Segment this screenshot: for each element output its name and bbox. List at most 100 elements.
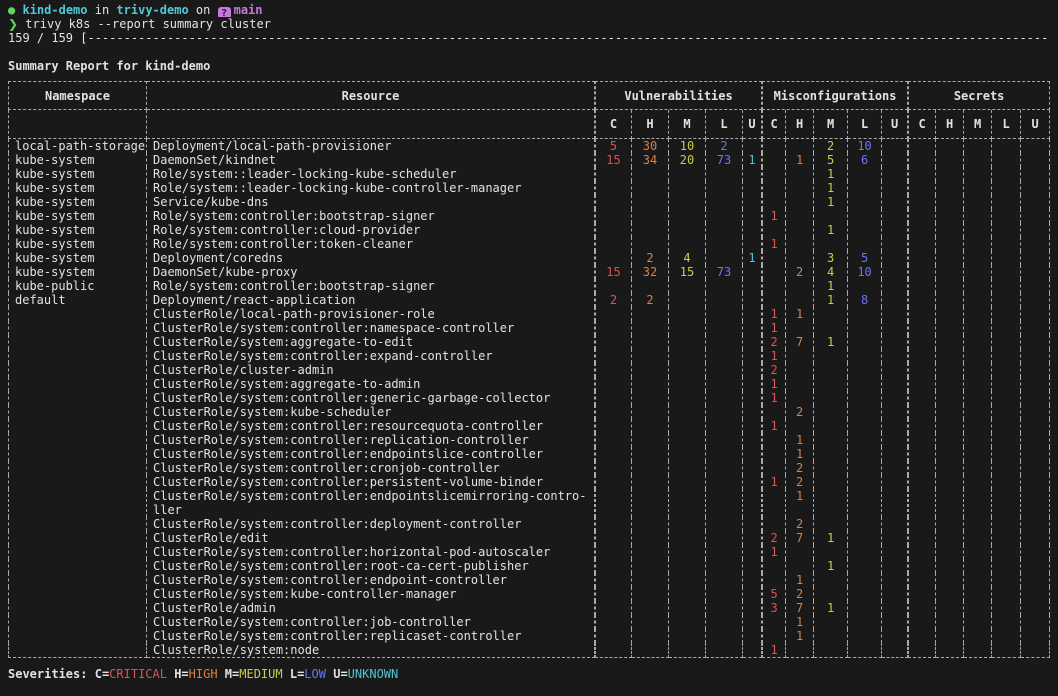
severity-count-cell xyxy=(992,223,1021,237)
severity-count-cell xyxy=(848,587,882,601)
severity-count-cell xyxy=(632,209,669,223)
severity-count-cell xyxy=(814,307,848,321)
severity-count-cell xyxy=(743,559,762,573)
namespace-cell xyxy=(8,321,147,335)
severity-count-cell xyxy=(908,321,936,335)
severities-legend: Severities: C=CRITICAL H=HIGH M=MEDIUM L… xyxy=(8,667,1050,681)
severity-count-cell xyxy=(743,405,762,419)
severity-count-cell xyxy=(908,587,936,601)
prompt-char-icon: ❯ xyxy=(8,17,18,31)
severity-count-cell: 2 xyxy=(762,363,786,377)
severity-count-cell xyxy=(595,517,632,531)
severity-count-cell xyxy=(936,237,964,251)
severity-count-cell: 2 xyxy=(786,517,814,531)
namespace-cell xyxy=(8,517,147,531)
severity-count-cell: 1 xyxy=(814,181,848,195)
resource-cell: Role/system:controller:cloud-provider xyxy=(147,223,595,237)
severity-count-cell: 10 xyxy=(848,265,882,279)
severity-count-cell: 2 xyxy=(706,139,743,153)
severity-count-cell xyxy=(908,461,936,475)
severity-count-cell xyxy=(964,363,992,377)
resource-cell: ClusterRole/system:kube-scheduler xyxy=(147,405,595,419)
resource-cell: Role/system:controller:bootstrap-signer xyxy=(147,279,595,293)
severity-count-cell xyxy=(595,601,632,615)
directory-name: trivy-demo xyxy=(116,3,188,17)
severity-count-cell xyxy=(669,489,706,517)
severity-count-cell xyxy=(706,531,743,545)
severity-count-cell xyxy=(706,251,743,265)
severity-count-cell xyxy=(936,293,964,307)
namespace-cell: kube-system xyxy=(8,167,147,181)
namespace-cell xyxy=(8,531,147,545)
severity-count-cell xyxy=(882,237,908,251)
severity-count-cell xyxy=(632,167,669,181)
severity-count-cell xyxy=(762,279,786,293)
severity-count-cell xyxy=(743,293,762,307)
severity-count-cell xyxy=(743,489,762,517)
table-row: ClusterRole/system:controller:horizontal… xyxy=(8,545,1050,559)
severity-count-cell xyxy=(936,335,964,349)
terminal[interactable]: ● kind-demo in trivy-demo on ?main ❯ tri… xyxy=(8,3,1050,681)
resource-cell: ClusterRole/system:controller:resourcequ… xyxy=(147,419,595,433)
severity-count-cell xyxy=(908,615,936,629)
severity-count-cell: 1 xyxy=(786,489,814,517)
severity-column-header: H xyxy=(632,110,669,139)
severity-count-cell xyxy=(706,545,743,559)
severity-count-cell xyxy=(992,377,1021,391)
table-row: ClusterRole/system:kube-scheduler2 xyxy=(8,405,1050,419)
severity-count-cell xyxy=(786,559,814,573)
severity-count-cell xyxy=(882,573,908,587)
severity-column-header: M xyxy=(669,110,706,139)
severity-count-cell xyxy=(882,545,908,559)
severity-count-cell xyxy=(743,195,762,209)
severity-count-cell xyxy=(882,587,908,601)
severity-count-cell xyxy=(1021,139,1050,153)
namespace-cell xyxy=(8,363,147,377)
severity-count-cell xyxy=(908,447,936,461)
severity-count-cell xyxy=(595,573,632,587)
severity-count-cell: 1 xyxy=(786,307,814,321)
table-row: ClusterRole/local-path-provisioner-role1… xyxy=(8,307,1050,321)
prompt-word-in: in xyxy=(95,3,109,17)
severity-count-cell xyxy=(669,237,706,251)
severity-count-cell: 1 xyxy=(814,335,848,349)
severity-count-cell xyxy=(882,265,908,279)
resource-cell: Role/system::leader-locking-kube-schedul… xyxy=(147,167,595,181)
severity-count-cell xyxy=(848,167,882,181)
namespace-cell xyxy=(8,587,147,601)
severity-count-cell: 2 xyxy=(762,335,786,349)
severity-count-cell xyxy=(964,321,992,335)
severity-column-header: U xyxy=(743,110,762,139)
severity-count-cell xyxy=(1021,517,1050,531)
severity-count-cell xyxy=(992,545,1021,559)
severity-count-cell xyxy=(762,153,786,167)
severity-count-cell: 1 xyxy=(762,237,786,251)
severity-count-cell xyxy=(992,293,1021,307)
severity-count-cell xyxy=(632,643,669,658)
severity-count-cell xyxy=(848,405,882,419)
severity-count-cell xyxy=(936,363,964,377)
legend-items: C=CRITICAL H=HIGH M=MEDIUM L=LOW U=UNKNO… xyxy=(87,667,398,681)
severity-count-cell xyxy=(964,377,992,391)
severity-count-cell xyxy=(908,335,936,349)
severity-column-header: L xyxy=(706,110,743,139)
severity-count-cell xyxy=(669,349,706,363)
severity-count-cell xyxy=(706,461,743,475)
severity-count-cell xyxy=(814,349,848,363)
namespace-cell xyxy=(8,615,147,629)
table-row: ClusterRole/system:kube-controller-manag… xyxy=(8,587,1050,601)
severity-count-cell xyxy=(595,335,632,349)
severity-count-cell xyxy=(1021,377,1050,391)
table-row: ClusterRole/system:controller:cronjob-co… xyxy=(8,461,1050,475)
severity-count-cell xyxy=(882,531,908,545)
severity-count-cell xyxy=(936,265,964,279)
severity-count-cell xyxy=(814,615,848,629)
severity-count-cell xyxy=(882,419,908,433)
severity-count-cell xyxy=(632,279,669,293)
namespace-cell xyxy=(8,629,147,643)
severity-count-cell xyxy=(762,223,786,237)
severity-count-cell xyxy=(1021,447,1050,461)
severity-count-cell xyxy=(632,391,669,405)
severity-count-cell xyxy=(1021,573,1050,587)
resource-cell: ClusterRole/system:controller:replicatio… xyxy=(147,433,595,447)
